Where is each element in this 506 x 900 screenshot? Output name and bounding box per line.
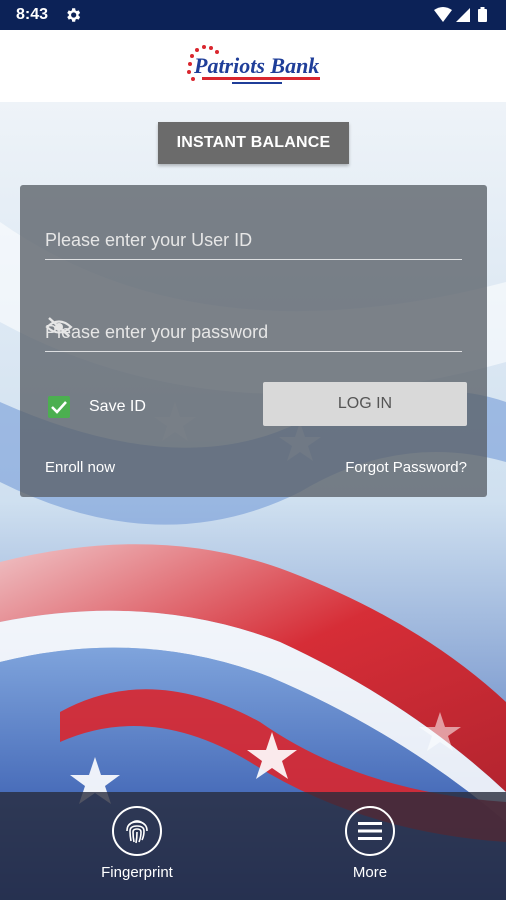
gear-icon [64,6,82,29]
password-input[interactable]: Please enter your password [45,317,462,352]
battery-icon [478,7,487,22]
more-label: More [352,864,388,881]
enroll-now-link[interactable]: Enroll now [45,459,115,476]
logo-text: Patriots Bank [193,53,319,78]
login-panel: Please enter your User ID Please enter y… [20,185,487,497]
bottom-bar: Fingerprint More [0,792,506,900]
patriots-bank-logo: Patriots Bank [180,42,330,90]
save-id-checkbox[interactable] [48,396,70,418]
status-bar: 8:43 [0,0,506,30]
more-button[interactable]: More [310,806,430,886]
userid-placeholder: Please enter your User ID [45,230,253,250]
login-button[interactable]: LOG IN [263,382,467,426]
status-time: 8:43 [16,6,49,23]
signal-icon [456,8,470,22]
userid-input[interactable]: Please enter your User ID [45,229,462,260]
save-id-label: Save ID [89,398,146,415]
visibility-off-icon[interactable] [45,316,452,343]
status-icons [434,7,492,28]
instant-balance-button[interactable]: INSTANT BALANCE [158,122,349,164]
fingerprint-label: Fingerprint [101,864,173,881]
menu-icon [345,806,395,856]
fingerprint-icon [112,806,162,856]
forgot-password-link[interactable]: Forgot Password? [345,459,467,476]
app-header: Patriots Bank [0,30,506,102]
fingerprint-button[interactable]: Fingerprint [77,806,197,886]
wifi-icon [434,7,452,22]
